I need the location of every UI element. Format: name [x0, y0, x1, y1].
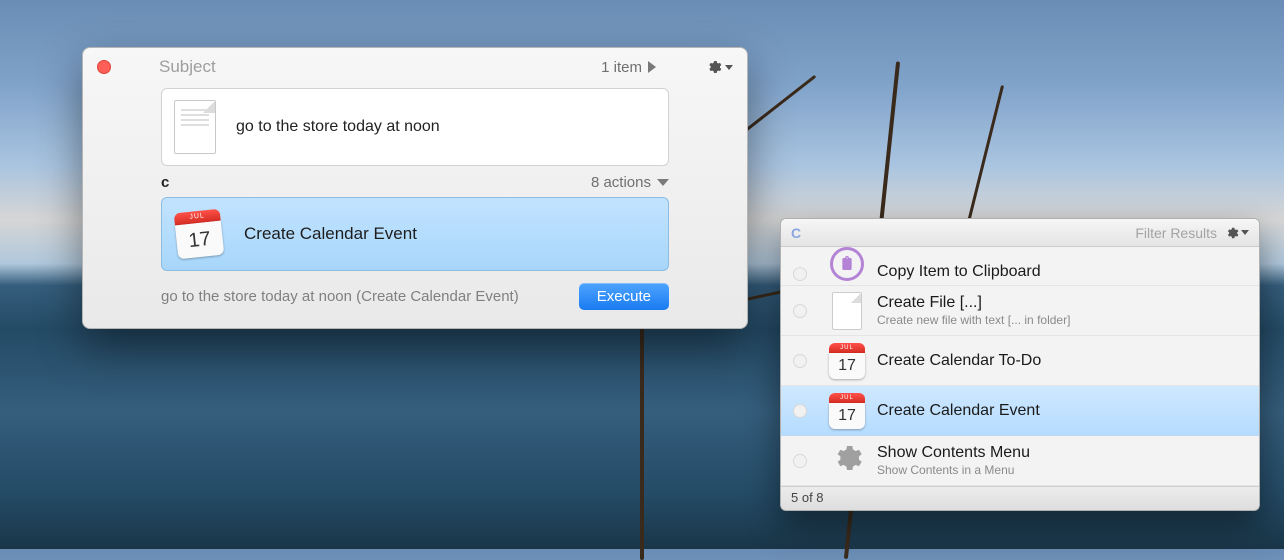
summary-text: go to the store today at noon (Create Ca…: [161, 288, 579, 305]
radio-icon: [793, 354, 807, 368]
action-filter-row[interactable]: c 8 actions: [161, 174, 669, 191]
settings-menu-button[interactable]: [706, 59, 733, 75]
launcher-panel: Subject 1 item go to the store today at …: [82, 47, 748, 329]
radio-icon: [793, 304, 807, 318]
actions-list: Copy Item to Clipboard Create File [...]…: [781, 247, 1259, 486]
radio-icon: [793, 454, 807, 468]
calendar-icon: JUL 17: [174, 209, 225, 260]
action-title: Create Calendar Event: [877, 402, 1247, 420]
chevron-down-icon: [725, 65, 733, 70]
selected-action-label: Create Calendar Event: [244, 224, 417, 244]
clipboard-icon: [830, 247, 864, 281]
filter-char: c: [161, 174, 591, 191]
subject-input-row[interactable]: go to the store today at noon: [161, 88, 669, 166]
action-title: Create Calendar To-Do: [877, 352, 1247, 370]
settings-menu-button[interactable]: [1225, 226, 1249, 240]
selected-action-row[interactable]: JUL 17 Create Calendar Event: [161, 197, 669, 271]
calendar-icon: JUL 17: [829, 343, 865, 379]
document-icon: [174, 100, 216, 154]
footer-row: go to the store today at noon (Create Ca…: [161, 283, 669, 310]
gear-icon: [706, 59, 722, 75]
action-row-create-file[interactable]: Create File [...] Create new file with t…: [781, 286, 1259, 336]
actions-count: 8 actions: [591, 174, 651, 191]
action-subtitle: Show Contents in a Menu: [877, 463, 1247, 477]
chevron-down-icon: [1241, 230, 1249, 235]
close-button[interactable]: [97, 60, 111, 74]
panel2-header: C Filter Results: [781, 219, 1259, 247]
calendar-icon: JUL 17: [829, 393, 865, 429]
chevron-down-icon: [657, 179, 669, 186]
actions-list-panel: C Filter Results Copy Item to Clipboard: [780, 218, 1260, 511]
action-row-calendar-event[interactable]: JUL 17 Create Calendar Event: [781, 386, 1259, 436]
action-title: Show Contents Menu: [877, 444, 1247, 462]
execute-button[interactable]: Execute: [579, 283, 669, 310]
action-title: Create File [...]: [877, 294, 1247, 312]
file-icon: [832, 292, 862, 330]
subject-text: go to the store today at noon: [236, 118, 440, 136]
next-item-arrow-icon[interactable]: [648, 61, 656, 73]
subject-label: Subject: [159, 57, 601, 77]
radio-icon: [793, 267, 807, 281]
item-count: 1 item: [601, 59, 642, 76]
results-counter: 5 of 8: [781, 486, 1259, 510]
filter-results-label[interactable]: Filter Results: [1135, 225, 1217, 241]
action-row-show-contents[interactable]: Show Contents Menu Show Contents in a Me…: [781, 436, 1259, 486]
radio-icon: [793, 404, 807, 418]
gear-icon: [831, 442, 863, 479]
action-title: Copy Item to Clipboard: [877, 263, 1247, 281]
action-subtitle: Create new file with text [... in folder…: [877, 313, 1247, 327]
gear-icon: [1225, 226, 1239, 240]
action-row-calendar-todo[interactable]: JUL 17 Create Calendar To-Do: [781, 336, 1259, 386]
panel-header: Subject 1 item: [83, 48, 747, 86]
filter-indicator: C: [791, 225, 801, 241]
action-row-clipboard[interactable]: Copy Item to Clipboard: [781, 247, 1259, 286]
